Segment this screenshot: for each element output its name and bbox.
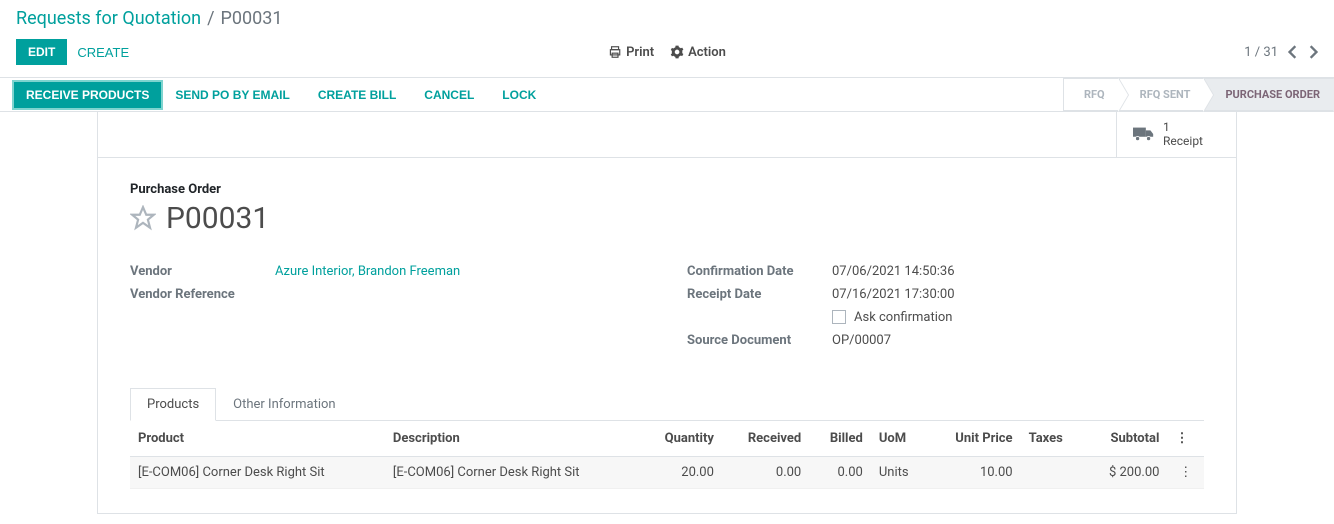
stat-button-box: 1 Receipt: [98, 112, 1236, 158]
th-received[interactable]: Received: [722, 421, 809, 457]
document-type-label: Purchase Order: [130, 182, 1204, 197]
edit-button[interactable]: EDIT: [16, 39, 67, 65]
lock-button[interactable]: LOCK: [488, 83, 550, 107]
cell-taxes: [1021, 456, 1084, 488]
cancel-button[interactable]: CANCEL: [410, 83, 488, 107]
breadcrumb-separator: /: [207, 8, 214, 29]
cell-quantity: 20.00: [640, 456, 722, 488]
confirmation-date-label: Confirmation Date: [687, 264, 832, 279]
pager-text: 1 / 31: [1244, 45, 1278, 60]
confirmation-date-value: 07/06/2021 14:50:36: [832, 264, 955, 279]
receipt-date-value: 07/16/2021 17:30:00: [832, 287, 955, 302]
source-document-label: Source Document: [687, 333, 832, 348]
cell-product: [E-COM06] Corner Desk Right Sit: [130, 456, 385, 488]
send-po-button[interactable]: SEND PO BY EMAIL: [161, 83, 303, 107]
pager-next-button[interactable]: [1308, 45, 1318, 59]
th-product[interactable]: Product: [130, 421, 385, 457]
breadcrumb: Requests for Quotation / P00031: [0, 0, 1334, 29]
breadcrumb-parent-link[interactable]: Requests for Quotation: [16, 8, 201, 29]
fields-right-column: Confirmation Date 07/06/2021 14:50:36 Re…: [687, 264, 1204, 356]
pager: 1 / 31: [1244, 45, 1318, 60]
cell-billed: 0.00: [809, 456, 871, 488]
gear-icon: [670, 45, 684, 59]
th-description[interactable]: Description: [385, 421, 640, 457]
th-kebab[interactable]: ⋮: [1167, 421, 1204, 457]
receipt-count: 1: [1163, 120, 1203, 134]
receive-products-button[interactable]: RECEIVE PRODUCTS: [14, 82, 161, 108]
th-uom[interactable]: UoM: [871, 421, 929, 457]
th-unit-price[interactable]: Unit Price: [928, 421, 1020, 457]
th-taxes[interactable]: Taxes: [1021, 421, 1084, 457]
control-panel: EDIT CREATE Print Action 1 / 31: [0, 29, 1334, 78]
table-row[interactable]: [E-COM06] Corner Desk Right Sit [E-COM06…: [130, 456, 1204, 488]
vendor-link[interactable]: Azure Interior, Brandon Freeman: [275, 264, 460, 279]
th-subtotal[interactable]: Subtotal: [1084, 421, 1168, 457]
tab-products[interactable]: Products: [130, 388, 216, 421]
vendor-reference-label: Vendor Reference: [130, 287, 275, 302]
vendor-label: Vendor: [130, 264, 275, 279]
cell-unit-price: 10.00: [928, 456, 1020, 488]
table-header-row: Product Description Quantity Received Bi…: [130, 421, 1204, 457]
receipt-date-label: Receipt Date: [687, 287, 832, 302]
th-billed[interactable]: Billed: [809, 421, 871, 457]
create-bill-button[interactable]: CREATE BILL: [304, 83, 410, 107]
action-label: Action: [688, 45, 726, 60]
fields-left-column: Vendor Azure Interior, Brandon Freeman V…: [130, 264, 647, 356]
cell-received: 0.00: [722, 456, 809, 488]
status-step-rfq-sent[interactable]: RFQ SENT: [1119, 78, 1205, 111]
priority-star-icon[interactable]: [130, 205, 156, 231]
cell-uom: Units: [871, 456, 929, 488]
ask-confirmation-label: Ask confirmation: [854, 310, 953, 325]
print-icon: [608, 45, 622, 59]
cell-description: [E-COM06] Corner Desk Right Sit: [385, 456, 640, 488]
document-name: P00031: [166, 201, 269, 236]
print-label: Print: [626, 45, 654, 60]
row-kebab-icon[interactable]: ⋮: [1167, 456, 1204, 488]
truck-icon: [1133, 125, 1155, 143]
form-sheet: 1 Receipt Purchase Order P00031 Vendor A…: [97, 112, 1237, 514]
action-dropdown[interactable]: Action: [670, 45, 726, 60]
status-steps: RFQ RFQ SENT PURCHASE ORDER: [1063, 78, 1334, 111]
breadcrumb-current: P00031: [221, 8, 283, 29]
statusbar: RECEIVE PRODUCTS SEND PO BY EMAIL CREATE…: [0, 78, 1334, 112]
create-button[interactable]: CREATE: [67, 40, 139, 65]
receipt-label: Receipt: [1163, 134, 1203, 148]
source-document-value: OP/00007: [832, 333, 891, 348]
cell-subtotal: $ 200.00: [1084, 456, 1168, 488]
tabs: Products Other Information: [130, 388, 1204, 421]
th-quantity[interactable]: Quantity: [640, 421, 722, 457]
receipt-stat-button[interactable]: 1 Receipt: [1116, 112, 1236, 157]
status-step-purchase-order[interactable]: PURCHASE ORDER: [1204, 78, 1334, 111]
tab-other-information[interactable]: Other Information: [216, 388, 352, 421]
status-step-rfq[interactable]: RFQ: [1063, 78, 1119, 111]
pager-prev-button[interactable]: [1288, 45, 1298, 59]
ask-confirmation-checkbox[interactable]: [832, 310, 846, 324]
print-dropdown[interactable]: Print: [608, 45, 654, 60]
product-lines-table: Product Description Quantity Received Bi…: [130, 421, 1204, 489]
